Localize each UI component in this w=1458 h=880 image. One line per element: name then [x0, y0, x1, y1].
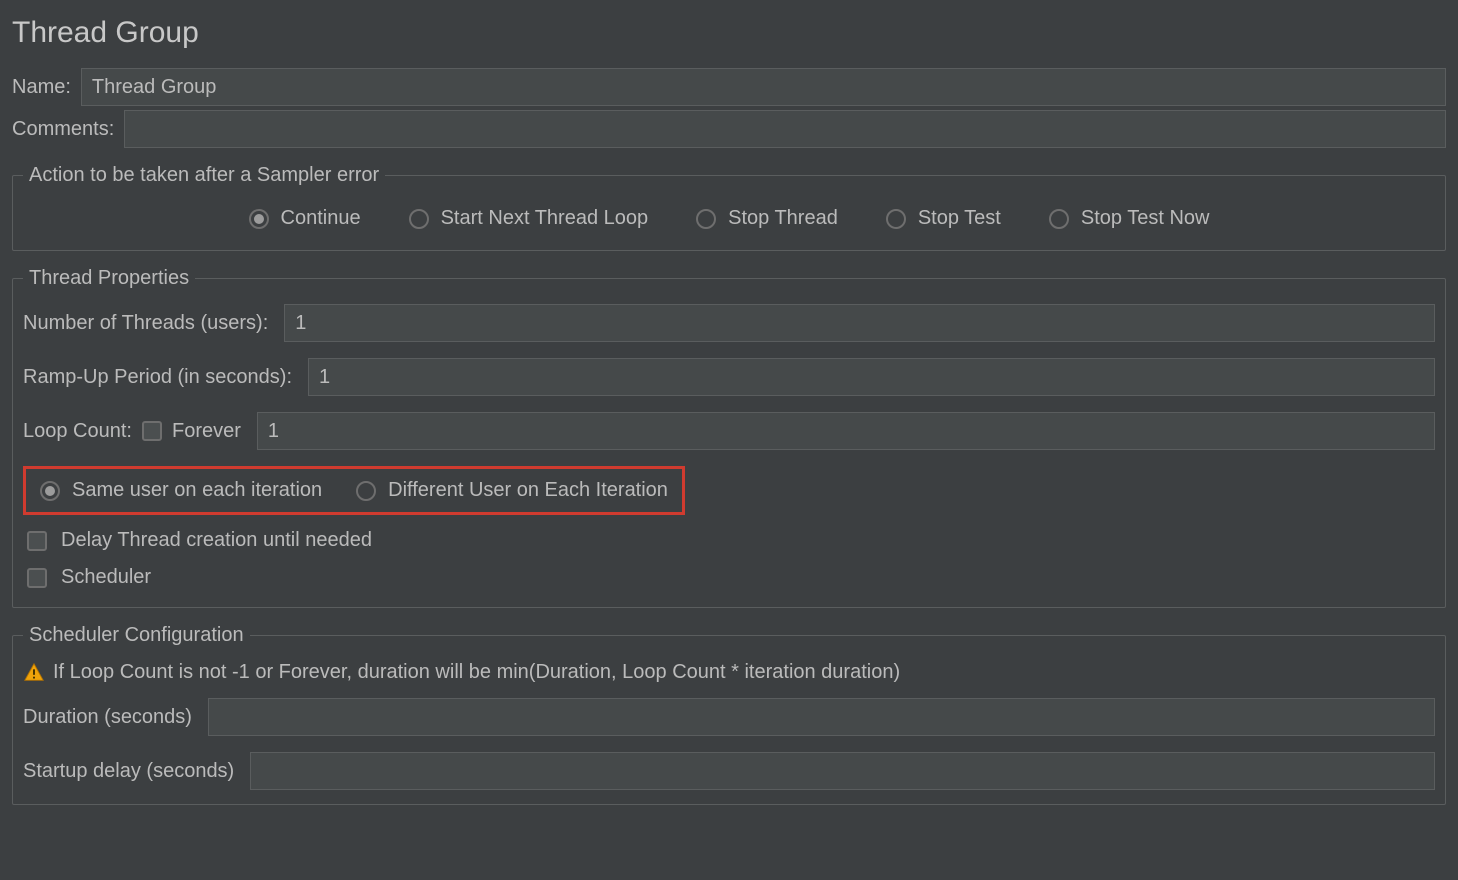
radio-different-user[interactable]: Different User on Each Iteration: [356, 479, 668, 502]
startup-delay-input[interactable]: [250, 752, 1435, 790]
radio-dot-icon: [409, 209, 429, 229]
comments-input[interactable]: [124, 110, 1446, 148]
scheduler-checkbox[interactable]: [27, 568, 47, 588]
radio-label: Continue: [281, 207, 361, 230]
radio-dot-icon: [40, 481, 60, 501]
delay-thread-label: Delay Thread creation until needed: [61, 529, 372, 552]
startup-delay-label: Startup delay (seconds): [23, 760, 244, 783]
radio-dot-icon: [1049, 209, 1069, 229]
user-iteration-highlight: Same user on each iteration Different Us…: [23, 466, 685, 515]
page-title: Thread Group: [12, 10, 1446, 68]
radio-label: Same user on each iteration: [72, 479, 322, 502]
radio-dot-icon: [249, 209, 269, 229]
radio-label: Different User on Each Iteration: [388, 479, 668, 502]
scheduler-config-fieldset: Scheduler Configuration If Loop Count is…: [12, 624, 1446, 805]
scheduler-config-legend: Scheduler Configuration: [23, 624, 250, 647]
scheduler-warning-row: If Loop Count is not -1 or Forever, dura…: [23, 661, 1435, 684]
radio-same-user[interactable]: Same user on each iteration: [40, 479, 322, 502]
thread-properties-fieldset: Thread Properties Number of Threads (use…: [12, 267, 1446, 608]
radio-label: Stop Thread: [728, 207, 838, 230]
radio-stop-test[interactable]: Stop Test: [886, 207, 1001, 230]
radio-label: Stop Test Now: [1081, 207, 1210, 230]
name-row: Name:: [12, 68, 1446, 106]
error-action-legend: Action to be taken after a Sampler error: [23, 164, 385, 187]
num-threads-row: Number of Threads (users):: [23, 304, 1435, 342]
startup-delay-row: Startup delay (seconds): [23, 752, 1435, 790]
delay-thread-checkbox[interactable]: [27, 531, 47, 551]
loop-count-label: Loop Count:: [23, 420, 142, 443]
radio-label: Stop Test: [918, 207, 1001, 230]
ramp-up-row: Ramp-Up Period (in seconds):: [23, 358, 1435, 396]
comments-label: Comments:: [12, 118, 124, 141]
warning-icon: [23, 662, 45, 684]
ramp-up-input[interactable]: [308, 358, 1435, 396]
name-label: Name:: [12, 76, 81, 99]
error-action-radios: Continue Start Next Thread Loop Stop Thr…: [23, 201, 1435, 236]
error-action-fieldset: Action to be taken after a Sampler error…: [12, 164, 1446, 251]
radio-continue[interactable]: Continue: [249, 207, 361, 230]
radio-stop-test-now[interactable]: Stop Test Now: [1049, 207, 1210, 230]
num-threads-label: Number of Threads (users):: [23, 312, 278, 335]
forever-label: Forever: [162, 420, 251, 443]
radio-dot-icon: [886, 209, 906, 229]
scheduler-row: Scheduler: [23, 566, 1435, 589]
comments-row: Comments:: [12, 110, 1446, 148]
radio-label: Start Next Thread Loop: [441, 207, 649, 230]
forever-checkbox[interactable]: [142, 421, 162, 441]
radio-stop-thread[interactable]: Stop Thread: [696, 207, 838, 230]
radio-start-next-loop[interactable]: Start Next Thread Loop: [409, 207, 649, 230]
duration-input[interactable]: [208, 698, 1435, 736]
num-threads-input[interactable]: [284, 304, 1435, 342]
loop-count-input[interactable]: [257, 412, 1435, 450]
radio-dot-icon: [356, 481, 376, 501]
thread-properties-legend: Thread Properties: [23, 267, 195, 290]
scheduler-warning-text: If Loop Count is not -1 or Forever, dura…: [53, 661, 900, 684]
radio-dot-icon: [696, 209, 716, 229]
scheduler-label: Scheduler: [61, 566, 151, 589]
ramp-up-label: Ramp-Up Period (in seconds):: [23, 366, 302, 389]
duration-row: Duration (seconds): [23, 698, 1435, 736]
loop-count-row: Loop Count: Forever: [23, 412, 1435, 450]
duration-label: Duration (seconds): [23, 706, 202, 729]
name-input[interactable]: [81, 68, 1446, 106]
delay-thread-row: Delay Thread creation until needed: [23, 529, 1435, 552]
